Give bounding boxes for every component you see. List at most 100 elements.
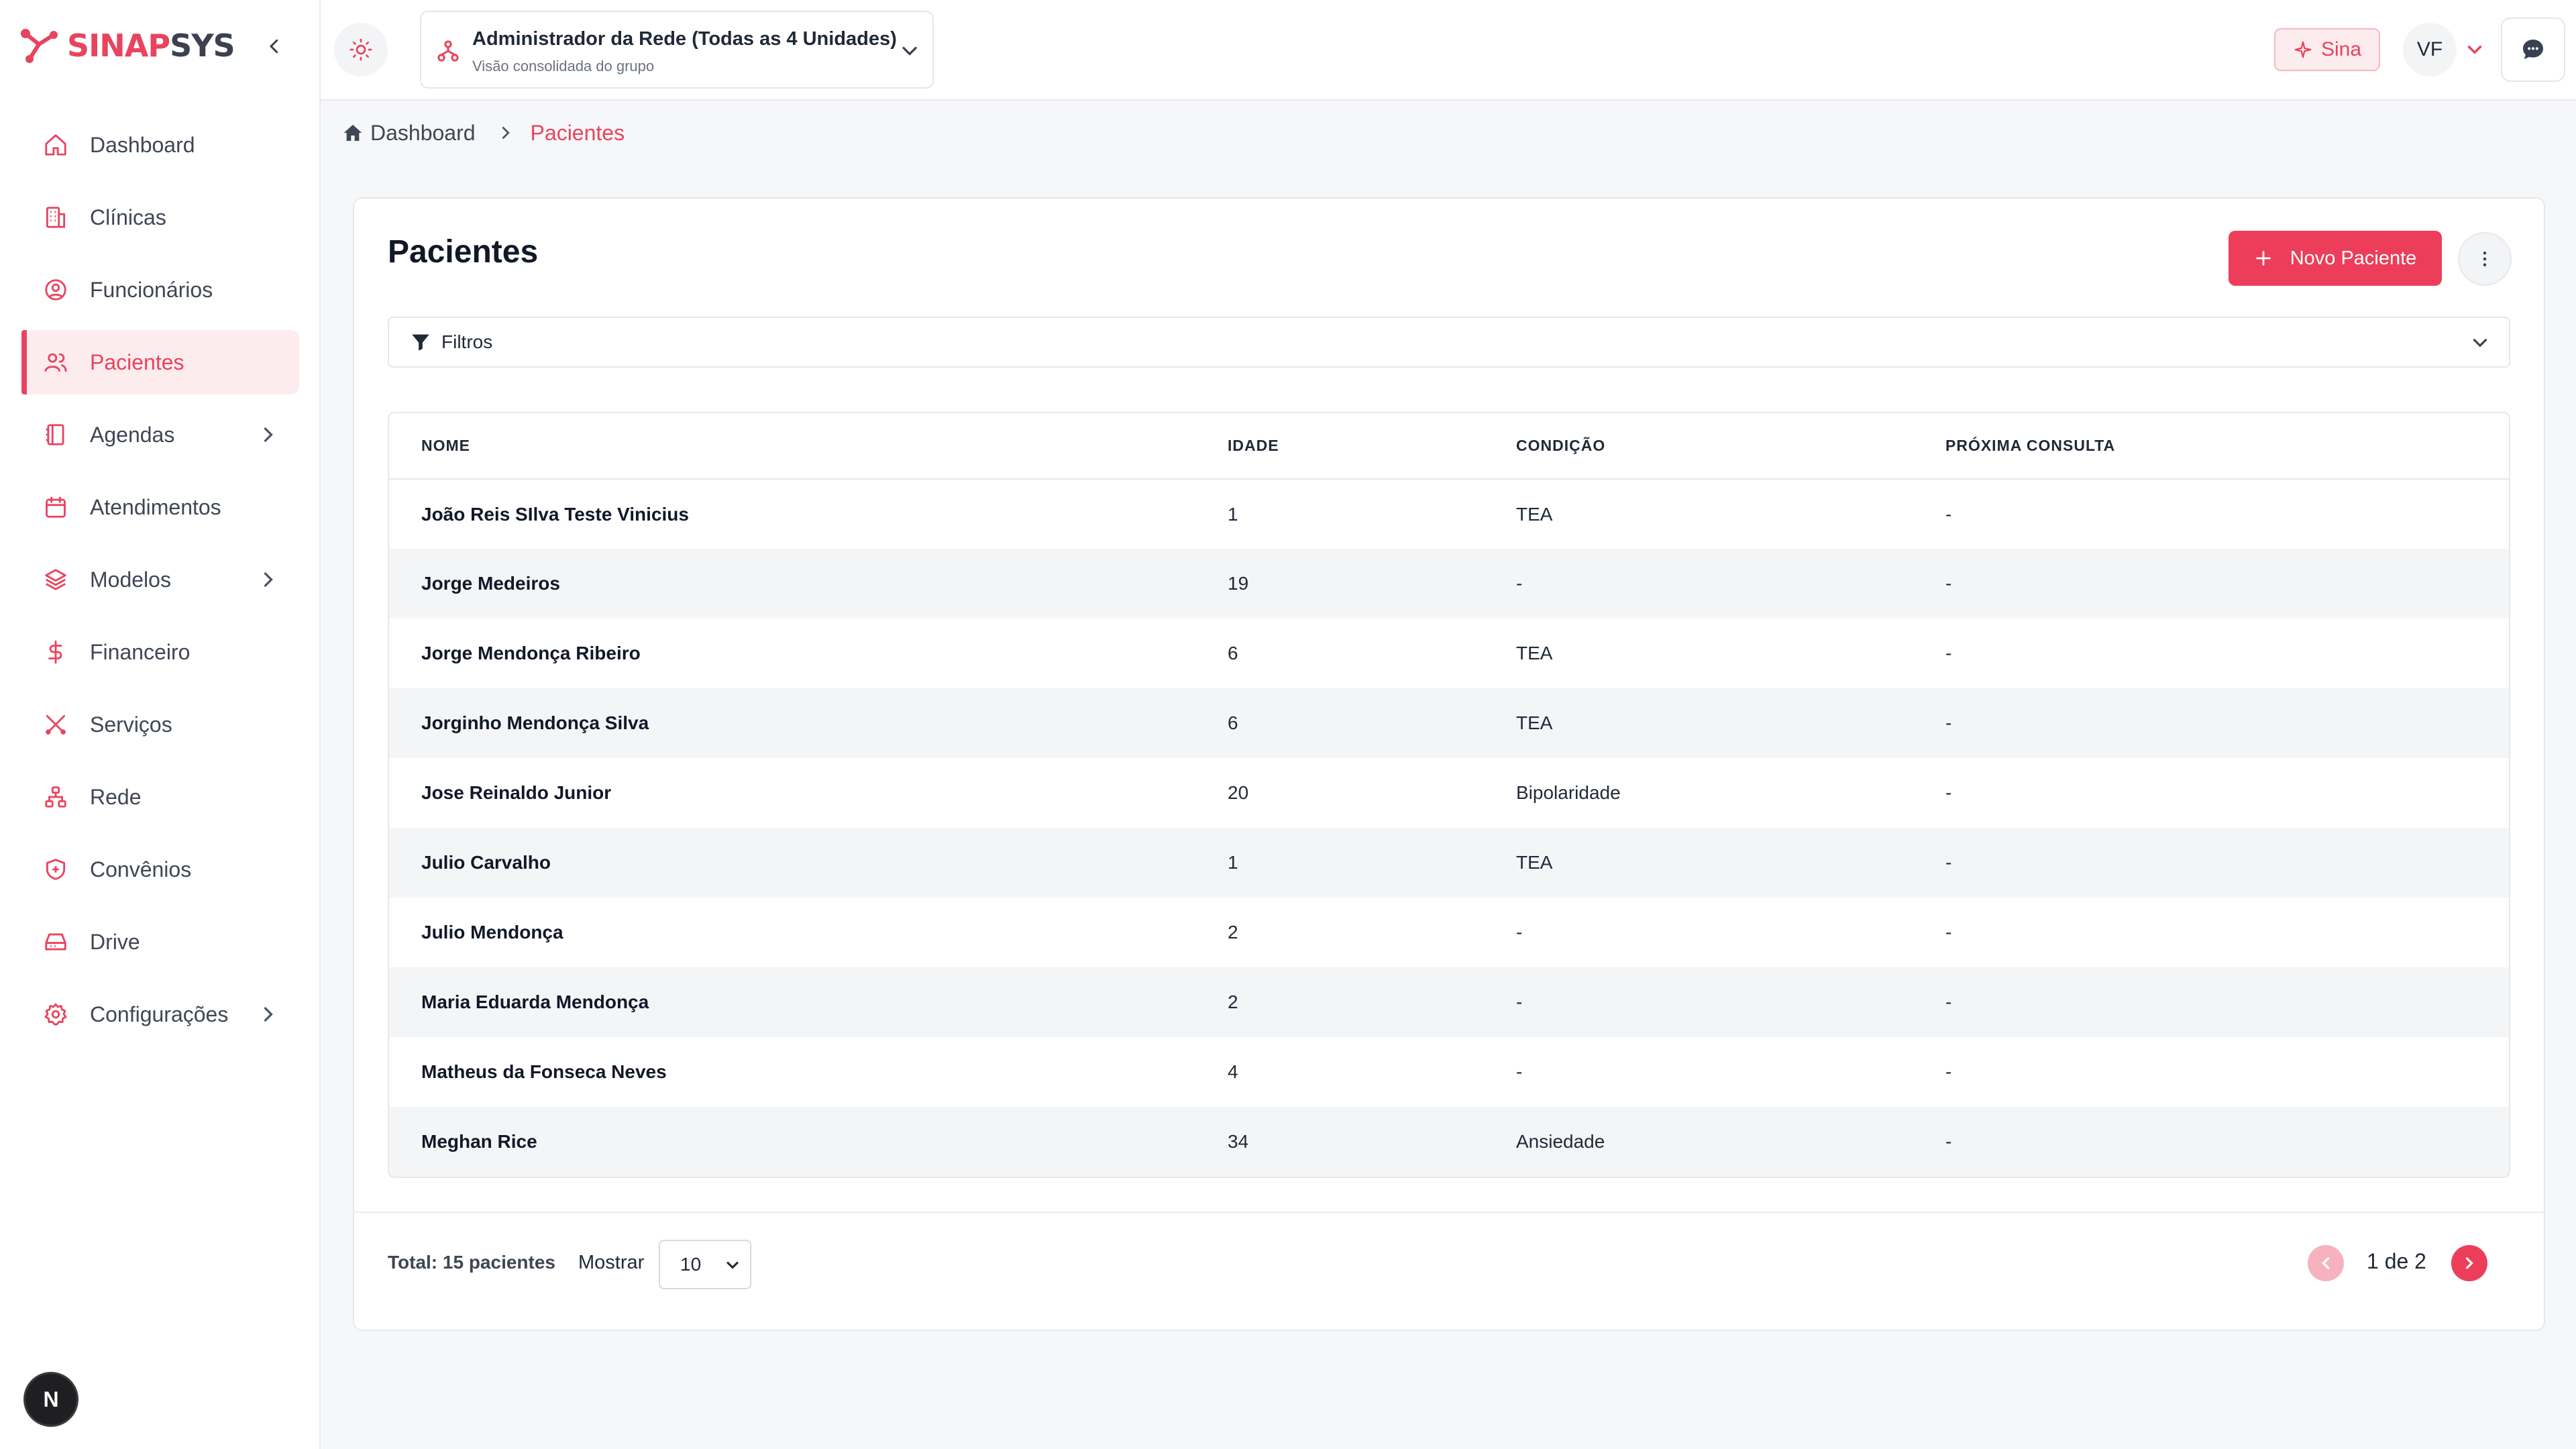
breadcrumb-home-label: Dashboard: [370, 120, 476, 145]
table-row[interactable]: Jorge Mendonça Ribeiro 6 TEA -: [389, 619, 2509, 688]
dev-badge[interactable]: N: [25, 1374, 76, 1425]
logo[interactable]: SINAPSYS: [19, 25, 235, 66]
page-size-select[interactable]: 10: [659, 1240, 751, 1289]
cell-age: 4: [1228, 1061, 1238, 1082]
sidebar-item-dashboard[interactable]: Dashboard: [21, 113, 299, 177]
new-patient-label: Novo Paciente: [2290, 247, 2417, 269]
table-row[interactable]: Julio Mendonça 2 - -: [389, 898, 2509, 967]
sidebar-item-label: Pacientes: [90, 350, 184, 374]
plus-icon: [2255, 251, 2271, 266]
collapse-sidebar-button[interactable]: [262, 30, 287, 63]
chevron-down-icon: [2467, 46, 2482, 54]
book-icon: [42, 421, 70, 449]
cell-name: Jorginho Mendonça Silva: [421, 712, 649, 733]
scissors-icon: [42, 710, 70, 739]
cell-next-appointment: -: [1945, 922, 1952, 943]
chat-button[interactable]: [2501, 17, 2565, 82]
sidebar-item-rede[interactable]: Rede: [21, 765, 299, 829]
dollar-icon: [42, 638, 70, 666]
logo-text: SINAPSYS: [67, 28, 235, 64]
breadcrumb-home-link[interactable]: Dashboard: [342, 121, 476, 146]
calendar-icon: [42, 493, 70, 521]
column-header-condicao[interactable]: Condição: [1516, 413, 1945, 479]
sina-assistant-button[interactable]: Sina: [2274, 28, 2380, 71]
column-header-proxima-consulta[interactable]: Próxima Consulta: [1945, 413, 2509, 479]
cell-name: Matheus da Fonseca Neves: [421, 1061, 667, 1082]
table-row[interactable]: Jorge Medeiros 19 - -: [389, 549, 2509, 619]
sidebar-item-label: Modelos: [90, 567, 171, 592]
cell-next-appointment: -: [1945, 1061, 1952, 1082]
chevron-left-icon: [2322, 1257, 2330, 1269]
sidebar-item-clinicas[interactable]: Clínicas: [21, 185, 299, 250]
cell-next-appointment: -: [1945, 1131, 1952, 1152]
theme-toggle-button[interactable]: [334, 23, 388, 76]
chevron-right-icon: [264, 1007, 273, 1022]
sidebar-item-label: Configurações: [90, 1002, 229, 1026]
user-menu-button[interactable]: VF: [2403, 23, 2486, 76]
cell-name: Julio Mendonça: [421, 922, 564, 943]
cell-age: 6: [1228, 643, 1238, 663]
gear-icon: [42, 1000, 70, 1028]
sidebar-item-drive[interactable]: Drive: [21, 910, 299, 974]
sidebar-item-financeiro[interactable]: Financeiro: [21, 620, 299, 684]
cell-next-appointment: -: [1945, 852, 1952, 873]
cell-next-appointment: -: [1945, 712, 1952, 733]
sidebar-item-configuracoes[interactable]: Configurações: [21, 982, 299, 1046]
cell-next-appointment: -: [1945, 991, 1952, 1012]
sidebar-item-modelos[interactable]: Modelos: [21, 547, 299, 612]
cell-condition: TEA: [1516, 643, 1553, 663]
sidebar-item-atendimentos[interactable]: Atendimentos: [21, 475, 299, 539]
filters-toggle[interactable]: Filtros: [388, 317, 2510, 368]
total-count: Total: 15 pacientes: [388, 1252, 556, 1273]
table-row[interactable]: João Reis SIlva Teste Vinicius 1 TEA -: [389, 479, 2509, 549]
breadcrumb-current: Pacientes: [530, 120, 625, 145]
new-patient-button[interactable]: Novo Paciente: [2229, 231, 2442, 286]
organization-title: Administrador da Rede (Todas as 4 Unidad…: [472, 28, 897, 50]
patients-table: Nome Idade Condição Próxima Consulta Joã…: [388, 412, 2510, 1178]
chevron-down-icon: [727, 1261, 739, 1269]
cell-name: Julio Carvalho: [421, 852, 551, 873]
sidebar-item-servicos[interactable]: Serviços: [21, 692, 299, 757]
chat-icon: [2523, 40, 2543, 60]
cell-age: 1: [1228, 852, 1238, 873]
table-row[interactable]: Jose Reinaldo Junior 20 Bipolaridade -: [389, 758, 2509, 828]
column-header-idade[interactable]: Idade: [1228, 413, 1516, 479]
breadcrumb: Dashboard Pacientes: [342, 118, 625, 148]
cell-condition: -: [1516, 1061, 1523, 1082]
cell-age: 6: [1228, 712, 1238, 733]
cell-age: 1: [1228, 503, 1238, 525]
avatar: VF: [2403, 23, 2457, 76]
table-row[interactable]: Jorginho Mendonça Silva 6 TEA -: [389, 688, 2509, 758]
cell-condition: Bipolaridade: [1516, 782, 1621, 803]
cell-age: 2: [1228, 922, 1238, 943]
previous-page-button[interactable]: [2308, 1245, 2344, 1281]
sidebar-item-label: Rede: [90, 784, 142, 809]
sparkle-icon: [2294, 41, 2312, 58]
table-header-row: Nome Idade Condição Próxima Consulta: [389, 413, 2509, 479]
sina-label: Sina: [2320, 38, 2362, 60]
shield-icon: [42, 855, 70, 883]
cell-condition: -: [1516, 991, 1523, 1012]
column-header-nome[interactable]: Nome: [389, 413, 1228, 479]
layers-icon: [42, 566, 70, 594]
sidebar-item-label: Convênios: [90, 857, 192, 881]
sidebar-item-pacientes[interactable]: Pacientes: [21, 330, 299, 394]
sidebar-item-funcionarios[interactable]: Funcionários: [21, 258, 299, 322]
cell-next-appointment: -: [1945, 503, 1952, 525]
sidebar-item-agendas[interactable]: Agendas: [21, 402, 299, 467]
table-row[interactable]: Matheus da Fonseca Neves 4 - -: [389, 1037, 2509, 1107]
organization-selector[interactable]: Administrador da Rede (Todas as 4 Unidad…: [420, 11, 934, 89]
sidebar-item-label: Clínicas: [90, 205, 166, 229]
sidebar-item-convenios[interactable]: Convênios: [21, 837, 299, 902]
table-row[interactable]: Julio Carvalho 1 TEA -: [389, 828, 2509, 898]
sidebar-item-label: Dashboard: [90, 132, 195, 157]
sidebar-item-label: Funcionários: [90, 277, 213, 302]
more-vertical-icon: [2483, 252, 2487, 266]
logo-icon: [21, 29, 58, 63]
more-options-button[interactable]: [2458, 232, 2512, 286]
next-page-button[interactable]: [2451, 1245, 2487, 1281]
cell-condition: -: [1516, 922, 1523, 943]
table-row[interactable]: Maria Eduarda Mendonça 2 - -: [389, 967, 2509, 1037]
pagination-status: 1 de 2: [2367, 1249, 2426, 1273]
table-row[interactable]: Meghan Rice 34 Ansiedade -: [389, 1107, 2509, 1177]
